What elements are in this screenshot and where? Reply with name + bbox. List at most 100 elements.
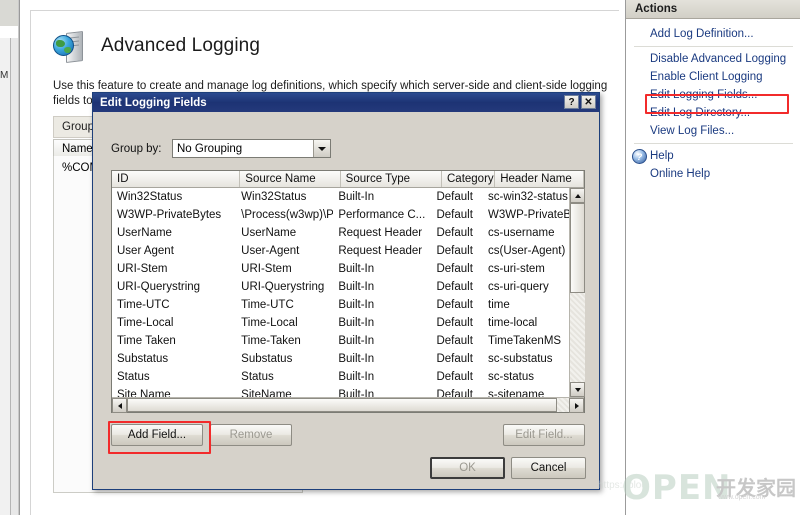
table-cell: cs(User-Agent) — [488, 245, 566, 257]
help-button[interactable]: ? — [564, 95, 579, 109]
cancel-button[interactable]: Cancel — [511, 457, 586, 479]
table-row[interactable]: Substatus Substatus Built-In Default sc-subs… — [112, 350, 569, 368]
actions-pane: Actions Add Log Definition... Disable Ad… — [625, 0, 800, 515]
action-label: Online Help — [650, 168, 711, 180]
hscroll-track[interactable] — [127, 398, 569, 412]
remove-button[interactable]: Remove — [210, 424, 292, 446]
column-header-id[interactable]: ID — [112, 171, 241, 187]
action-label: Edit Logging Fields... — [650, 89, 758, 101]
table-row[interactable]: W3WP-PrivateBytes \Process(w3wp)\Pri... Pe… — [112, 206, 569, 224]
table-row[interactable]: UserName UserName Request Header Default cs-… — [112, 224, 569, 242]
close-icon[interactable]: ✕ — [581, 95, 596, 109]
column-header-source-type[interactable]: Source Type — [341, 171, 442, 187]
table-cell: User-Agent — [241, 245, 300, 257]
page-header: Advanced Logging — [53, 29, 261, 64]
grid-vertical-scrollbar[interactable] — [569, 188, 585, 397]
table-cell: Default — [436, 371, 473, 383]
action-label: Edit Log Directory... — [650, 107, 751, 119]
table-row[interactable]: URI-Stem URI-Stem Built-In Default cs-uri-st… — [112, 260, 569, 278]
table-cell: URI-Stem — [117, 263, 168, 275]
add-field-button[interactable]: Add Field... — [111, 424, 203, 446]
table-cell: SiteName — [241, 389, 292, 397]
hscroll-thumb[interactable] — [127, 398, 557, 412]
actions-list: Add Log Definition... Disable Advanced L… — [626, 19, 800, 183]
table-cell: Built-In — [338, 299, 375, 311]
table-cell: Time-Local — [241, 317, 298, 329]
grid-header-row: ID Source Name Source Type Category Head… — [112, 171, 584, 188]
table-cell: W3WP-PrivateB — [488, 209, 569, 221]
table-cell: TimeTakenMS — [488, 335, 562, 347]
action-add-log-definition[interactable]: Add Log Definition... — [626, 25, 800, 43]
table-row[interactable]: Time-UTC Time-UTC Built-In Default time — [112, 296, 569, 314]
table-cell: Default — [436, 209, 473, 221]
groupby-select[interactable]: No Grouping — [172, 139, 331, 158]
ok-button[interactable]: OK — [430, 457, 505, 479]
column-header-name: Name — [62, 142, 93, 155]
scroll-down-icon[interactable] — [570, 382, 585, 397]
column-header-header-name[interactable]: Header Name — [495, 171, 584, 187]
action-label: Add Log Definition... — [650, 28, 754, 40]
table-cell: UserName — [241, 227, 297, 239]
table-cell: User Agent — [117, 245, 174, 257]
action-edit-logging-fields[interactable]: Edit Logging Fields... — [626, 86, 800, 104]
table-cell: Default — [436, 281, 473, 293]
table-cell: Default — [436, 317, 473, 329]
table-row[interactable]: URI-Querystring URI-Querystring Built-In De… — [112, 278, 569, 296]
server-globe-icon — [53, 29, 87, 64]
table-cell: Built-In — [338, 281, 375, 293]
vscroll-thumb[interactable] — [570, 203, 585, 293]
table-cell: Performance C... — [338, 209, 426, 221]
table-cell: Built-In — [338, 371, 375, 383]
table-row[interactable]: Site Name SiteName Built-In Default s-sitena… — [112, 386, 569, 397]
table-cell: Default — [436, 263, 473, 275]
table-row[interactable]: Time-Local Time-Local Built-In Default time-… — [112, 314, 569, 332]
table-cell: Default — [436, 335, 473, 347]
action-help[interactable]: ? Help — [626, 147, 800, 165]
scroll-up-icon[interactable] — [570, 188, 585, 203]
table-row[interactable]: Win32Status Win32Status Built-In Default sc-… — [112, 188, 569, 206]
actions-divider — [634, 46, 793, 47]
action-edit-log-directory[interactable]: Edit Log Directory... — [626, 104, 800, 122]
action-online-help[interactable]: Online Help — [626, 165, 800, 183]
dialog-body: Group by: No Grouping ID Source Name Sou… — [95, 114, 597, 487]
table-cell: sc-substatus — [488, 353, 553, 365]
table-row[interactable]: User Agent User-Agent Request Header Defaul… — [112, 242, 569, 260]
groupby-selected-value: No Grouping — [177, 142, 243, 155]
action-disable-advanced-logging[interactable]: Disable Advanced Logging — [626, 50, 800, 68]
table-cell: cs-username — [488, 227, 555, 239]
action-view-log-files[interactable]: View Log Files... — [626, 122, 800, 140]
table-row[interactable]: Time Taken Time-Taken Built-In Default TimeT… — [112, 332, 569, 350]
table-cell: URI-Stem — [241, 263, 292, 275]
page-title: Advanced Logging — [101, 35, 261, 56]
table-cell: Substatus — [241, 353, 293, 365]
column-header-source-name[interactable]: Source Name — [240, 171, 341, 187]
actions-pane-header: Actions — [626, 0, 800, 19]
table-cell: W3WP-PrivateBytes — [117, 209, 222, 221]
grid-horizontal-scrollbar[interactable] — [112, 397, 584, 413]
tree-pane-header — [0, 0, 18, 27]
dialog-window-buttons: ? ✕ — [564, 95, 596, 109]
column-header-category[interactable]: Category — [442, 171, 496, 187]
dialog-title: Edit Logging Fields — [100, 96, 207, 109]
table-cell: Status — [117, 371, 150, 383]
tree-pane-row — [0, 26, 18, 38]
scroll-right-icon[interactable] — [569, 398, 584, 413]
grid-rows[interactable]: Win32Status Win32Status Built-In Default sc-… — [112, 188, 569, 397]
table-cell: Built-In — [338, 335, 375, 347]
chevron-down-icon[interactable] — [313, 140, 330, 157]
table-cell: Time-UTC — [241, 299, 294, 311]
table-cell: Request Header — [338, 245, 423, 257]
table-cell: Time-Taken — [241, 335, 301, 347]
table-row[interactable]: Status Status Built-In Default sc-status — [112, 368, 569, 386]
logging-fields-grid[interactable]: ID Source Name Source Type Category Head… — [111, 170, 585, 413]
table-cell: Default — [436, 191, 473, 203]
table-cell: cs-uri-stem — [488, 263, 545, 275]
table-cell: Time-UTC — [117, 299, 170, 311]
dialog-titlebar[interactable]: Edit Logging Fields ? ✕ — [93, 93, 599, 112]
vscroll-track[interactable] — [570, 203, 585, 382]
scroll-left-icon[interactable] — [112, 398, 127, 413]
table-cell: s-sitename — [488, 389, 545, 397]
edit-field-button[interactable]: Edit Field... — [503, 424, 585, 446]
table-cell: URI-Querystring — [241, 281, 325, 293]
action-enable-client-logging[interactable]: Enable Client Logging — [626, 68, 800, 86]
